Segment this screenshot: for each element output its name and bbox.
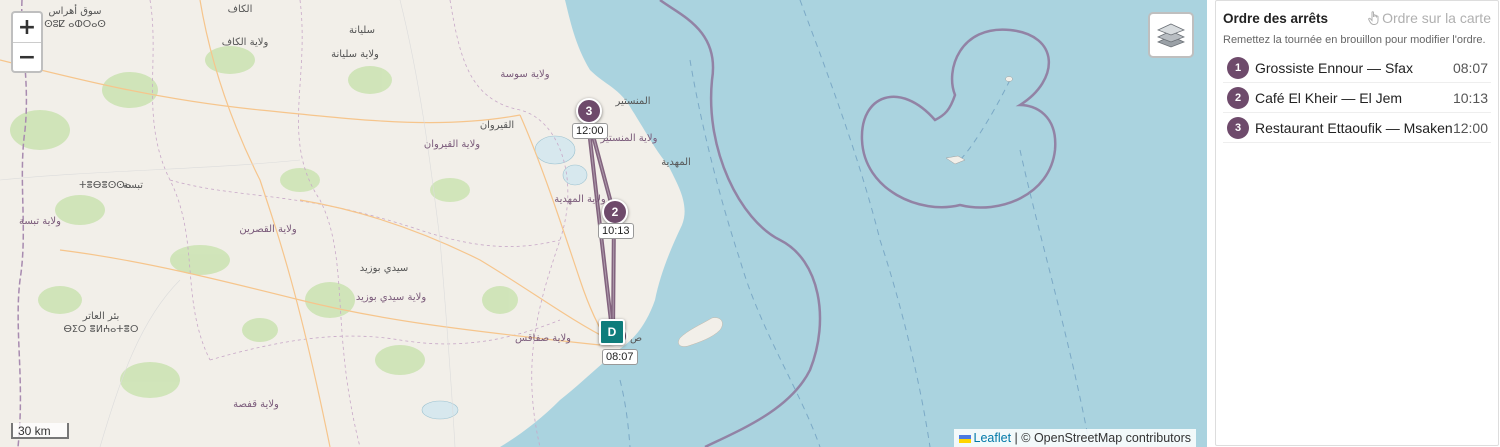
stop-time: 08:07 bbox=[1452, 60, 1488, 76]
hand-pointer-icon bbox=[1368, 11, 1379, 25]
svg-text:المنستير: المنستير bbox=[614, 96, 650, 107]
svg-text:ص: ص bbox=[630, 333, 642, 344]
stop-order-panel: Ordre des arrêts Ordre sur la carte Reme… bbox=[1215, 0, 1499, 446]
stop-number-badge: 1 bbox=[1227, 57, 1249, 79]
svg-text:ⵜⴻⴱⴻⵙⵙⴰ: ⵜⴻⴱⴻⵙⵙⴰ bbox=[79, 180, 131, 191]
attribution-separator: | bbox=[1014, 431, 1018, 445]
svg-text:ولاية القصرين: ولاية القصرين bbox=[239, 224, 296, 235]
leaflet-link[interactable]: Leaflet bbox=[974, 431, 1012, 445]
stop-row[interactable]: 3 Restaurant Ettaoufik — Msaken 12:00 bbox=[1223, 113, 1491, 143]
svg-text:ولاية قفصة: ولاية قفصة bbox=[233, 399, 279, 410]
svg-text:ولاية المنستير: ولاية المنستير bbox=[600, 133, 658, 144]
svg-text:سيدي بوزيد: سيدي بوزيد bbox=[360, 263, 408, 274]
ukraine-flag-icon bbox=[958, 434, 971, 443]
svg-text:ⵙⵓⵇ ⴰⵀⵔⴰⵙ: ⵙⵓⵇ ⴰⵀⵔⴰⵙ bbox=[44, 19, 106, 30]
map-order-button[interactable]: Ordre sur la carte bbox=[1368, 10, 1491, 26]
svg-text:الكاف: الكاف bbox=[228, 4, 253, 15]
stop-name: Restaurant Ettaoufik — Msaken bbox=[1255, 120, 1453, 136]
osm-attribution-link[interactable]: © OpenStreetMap contributors bbox=[1021, 431, 1191, 445]
stop-time: 12:00 bbox=[1452, 120, 1488, 136]
svg-text:ولاية الكاف: ولاية الكاف bbox=[222, 37, 269, 48]
svg-text:سوق أهراس: سوق أهراس bbox=[48, 4, 101, 17]
svg-text:ولاية سليانة: ولاية سليانة bbox=[331, 49, 379, 60]
map-view[interactable]: الكاف سوق أهراس ⵙⵓⵇ ⴰⵀⵔⴰⵙ ولاية الكاف سل… bbox=[0, 0, 1207, 447]
stop-number-badge: 2 bbox=[1227, 87, 1249, 109]
panel-title: Ordre des arrêts bbox=[1223, 11, 1329, 26]
stop-name: Grossiste Ennour — Sfax bbox=[1255, 60, 1413, 76]
depot-time-label: 08:07 bbox=[602, 349, 638, 365]
stop-2-marker[interactable]: 2 bbox=[602, 199, 628, 225]
attribution: Leaflet | © OpenStreetMap contributors bbox=[953, 429, 1196, 447]
stop-row[interactable]: 2 Café El Kheir — El Jem 10:13 bbox=[1223, 83, 1491, 113]
layers-button[interactable] bbox=[1148, 12, 1194, 58]
svg-text:ولاية تبسة: ولاية تبسة bbox=[19, 216, 61, 227]
svg-text:ⴱⵉⵔ ⴻⵍⵄⴰⵜⴻⵔ: ⴱⵉⵔ ⴻⵍⵄⴰⵜⴻⵔ bbox=[64, 324, 139, 335]
zoom-out-button[interactable]: − bbox=[13, 43, 41, 72]
panel-subtitle: Remettez la tournée en brouillon pour mo… bbox=[1223, 34, 1486, 46]
svg-text:بئر العاتر: بئر العاتر bbox=[82, 311, 120, 322]
stop-list: 1 Grossiste Ennour — Sfax 08:07 2 Café E… bbox=[1223, 53, 1491, 143]
stop-number-badge: 3 bbox=[1227, 117, 1249, 139]
stop-time: 10:13 bbox=[1452, 90, 1488, 106]
stop-name: Café El Kheir — El Jem bbox=[1255, 90, 1403, 106]
stop-row[interactable]: 1 Grossiste Ennour — Sfax 08:07 bbox=[1223, 53, 1491, 83]
stop-3-time-label: 12:00 bbox=[572, 123, 608, 139]
map-order-label: Ordre sur la carte bbox=[1382, 10, 1491, 26]
stop-2-time-label: 10:13 bbox=[598, 223, 634, 239]
stop-3-marker[interactable]: 3 bbox=[576, 98, 602, 124]
zoom-control: + − bbox=[11, 11, 43, 73]
layers-icon bbox=[1157, 23, 1185, 48]
svg-text:ولاية القيروان: ولاية القيروان bbox=[424, 139, 480, 150]
svg-text:القيروان: القيروان bbox=[480, 120, 514, 131]
svg-text:ولاية صفاقس: ولاية صفاقس bbox=[515, 333, 571, 344]
scale-bar: 30 km bbox=[11, 423, 69, 439]
svg-text:سليانة: سليانة bbox=[349, 25, 375, 36]
svg-text:ولاية سوسة: ولاية سوسة bbox=[500, 69, 549, 80]
depot-marker[interactable]: D bbox=[599, 319, 625, 345]
zoom-in-button[interactable]: + bbox=[13, 13, 41, 43]
svg-text:المهدية: المهدية bbox=[661, 157, 691, 168]
svg-text:ولاية سيدي بوزيد: ولاية سيدي بوزيد bbox=[356, 292, 426, 303]
